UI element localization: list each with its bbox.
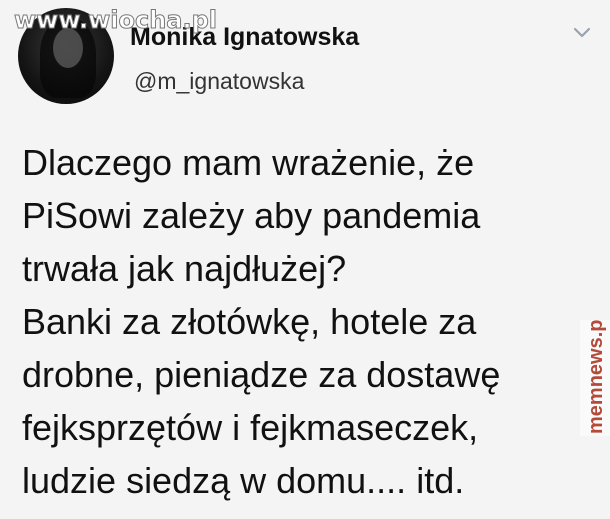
chevron-down-icon[interactable] xyxy=(573,27,591,39)
tweet-line: Dlaczego mam wrażenie, że xyxy=(22,142,475,183)
avatar-face xyxy=(53,28,83,68)
watermark-side-text: memnews.pl xyxy=(585,320,607,434)
tweet-line: Banki za złotówkę, hotele za xyxy=(22,301,477,342)
tweet-line: fejksprzętów i fejkmaseczek, xyxy=(22,407,479,448)
tweet-line: trwała jak najdłużej? xyxy=(22,248,347,289)
tweet-text: Dlaczego mam wrażenie, że PiSowi zależy … xyxy=(22,136,582,507)
tweet-line: ludzie siedzą w domu.... itd. xyxy=(22,460,465,501)
user-handle[interactable]: @m_ignatowska xyxy=(134,68,304,95)
tweet-card: www.wiocha.pl Monika Ignatowska @m_ignat… xyxy=(0,0,610,519)
tweet-line: PiSowi zależy aby pandemia xyxy=(22,195,481,236)
watermark-top: www.wiocha.pl xyxy=(13,6,218,35)
tweet-line: drobne, pieniądze za dostawę xyxy=(22,354,501,395)
watermark-side: memnews.pl xyxy=(580,320,610,436)
